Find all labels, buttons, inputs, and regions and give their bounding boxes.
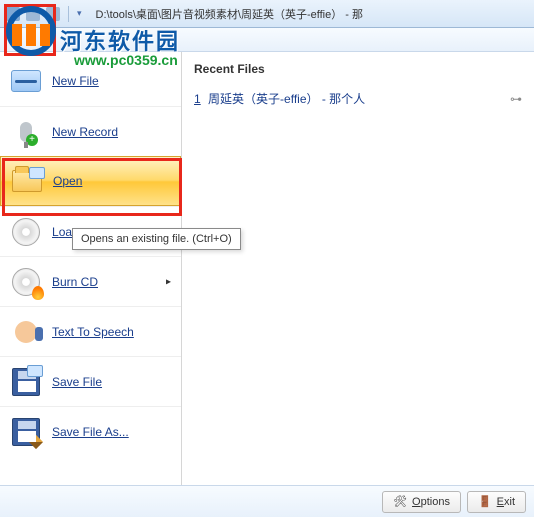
menu-save-file-as[interactable]: Save File As... bbox=[0, 406, 181, 456]
qat-dropdown-icon[interactable]: ▾ bbox=[77, 8, 82, 19]
qat-save-icon[interactable] bbox=[6, 7, 20, 21]
burn-disc-icon bbox=[10, 266, 42, 298]
menu-label: Text To Speech bbox=[52, 325, 134, 339]
menu-open[interactable]: Open bbox=[0, 156, 181, 206]
qat-redo-icon[interactable] bbox=[46, 7, 60, 21]
recent-files-heading: Recent Files bbox=[194, 62, 522, 76]
button-label: Options bbox=[412, 496, 450, 508]
recent-files-panel: Recent Files 1 周延英（英子-effie） - 那个人 ⊶ bbox=[182, 52, 534, 485]
wave-file-icon bbox=[10, 65, 42, 97]
menu-text-to-speech[interactable]: Text To Speech bbox=[0, 306, 181, 356]
menu-save-file[interactable]: Save File bbox=[0, 356, 181, 406]
menu-label: New File bbox=[52, 74, 99, 88]
ribbon-strip bbox=[0, 28, 534, 52]
window-title: D:\tools\桌面\图片音视频素材\周延英（英子-effie） - 那 bbox=[96, 6, 364, 22]
tools-icon: 🛠 bbox=[393, 495, 407, 508]
tts-head-icon bbox=[10, 316, 42, 348]
qat-undo-icon[interactable] bbox=[26, 7, 40, 21]
floppy-save-as-icon bbox=[10, 416, 42, 448]
footer-bar: 🛠 Options 🚪 Exit bbox=[0, 485, 534, 517]
disc-icon bbox=[10, 216, 42, 248]
menu-new-file[interactable]: New File bbox=[0, 56, 181, 106]
microphone-icon: + bbox=[10, 116, 42, 148]
recent-file-item[interactable]: 1 周延英（英子-effie） - 那个人 ⊶ bbox=[194, 86, 522, 111]
menu-label: Save File bbox=[52, 375, 102, 389]
open-folder-icon bbox=[11, 165, 43, 197]
floppy-save-icon bbox=[10, 366, 42, 398]
tooltip: Opens an existing file. (Ctrl+O) bbox=[72, 228, 241, 250]
menu-new-record[interactable]: + New Record bbox=[0, 106, 181, 156]
menu-label: Save File As... bbox=[52, 425, 129, 439]
exit-door-icon: 🚪 bbox=[478, 495, 492, 508]
menu-label: New Record bbox=[52, 125, 118, 139]
chevron-right-icon: ▸ bbox=[166, 276, 171, 287]
menu-label: Open bbox=[53, 174, 82, 188]
file-menu: New File + New Record Open Loa ▸ Burn CD… bbox=[0, 52, 182, 485]
menu-label: Burn CD bbox=[52, 275, 98, 289]
options-button[interactable]: 🛠 Options bbox=[382, 491, 461, 513]
menu-label: Loa bbox=[52, 225, 72, 239]
qat-separator bbox=[68, 6, 69, 22]
recent-file-label: 1 周延英（英子-effie） - 那个人 bbox=[194, 90, 365, 107]
pin-icon[interactable]: ⊶ bbox=[510, 92, 522, 106]
exit-button[interactable]: 🚪 Exit bbox=[467, 491, 526, 513]
button-label: Exit bbox=[497, 496, 515, 508]
title-bar: ▾ D:\tools\桌面\图片音视频素材\周延英（英子-effie） - 那 bbox=[0, 0, 534, 28]
menu-burn-cd[interactable]: Burn CD ▸ bbox=[0, 256, 181, 306]
